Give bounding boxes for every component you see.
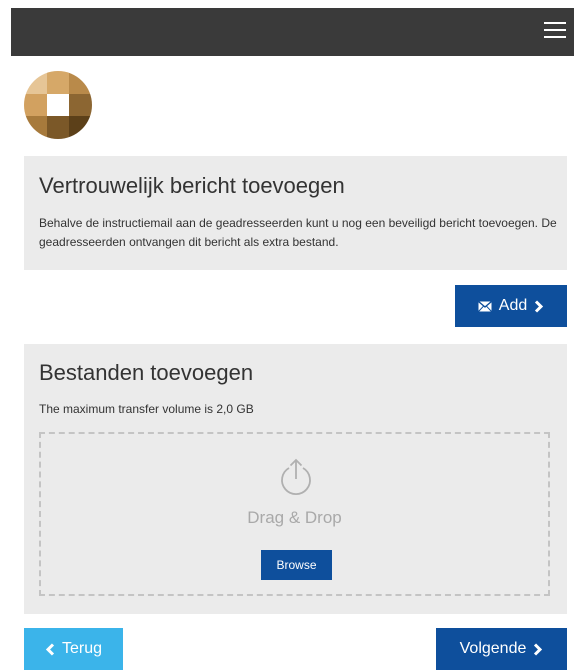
next-button-label: Volgende <box>459 640 527 657</box>
message-panel-description: Behalve de instructiemail aan de geadres… <box>39 216 557 249</box>
hamburger-menu-icon[interactable] <box>544 22 566 40</box>
back-button[interactable]: Terug <box>24 628 123 670</box>
company-logo <box>24 71 92 139</box>
envelope-icon <box>477 300 492 312</box>
back-button-label: Terug <box>61 640 103 657</box>
confidential-message-panel: Vertrouwelijk bericht toevoegen Behalve … <box>24 156 567 270</box>
files-panel-title: Bestanden toevoegen <box>39 360 254 385</box>
add-files-panel: Bestanden toevoegen The maximum transfer… <box>24 344 567 614</box>
add-button-label: Add <box>498 297 528 314</box>
chevron-right-icon <box>533 642 543 656</box>
chevron-left-icon <box>45 642 55 656</box>
browse-button[interactable]: Browse <box>261 550 332 580</box>
message-panel-title: Vertrouwelijk bericht toevoegen <box>39 173 345 198</box>
max-transfer-volume-text: The maximum transfer volume is 2,0 GB <box>39 402 254 416</box>
next-button[interactable]: Volgende <box>436 628 567 670</box>
upload-icon <box>278 458 314 496</box>
drag-drop-label: Drag & Drop <box>247 508 342 527</box>
file-dropzone[interactable]: Drag & Drop Browse <box>39 432 550 596</box>
add-message-button[interactable]: Add <box>455 285 567 327</box>
top-navbar <box>11 8 574 56</box>
chevron-right-icon <box>534 299 544 313</box>
